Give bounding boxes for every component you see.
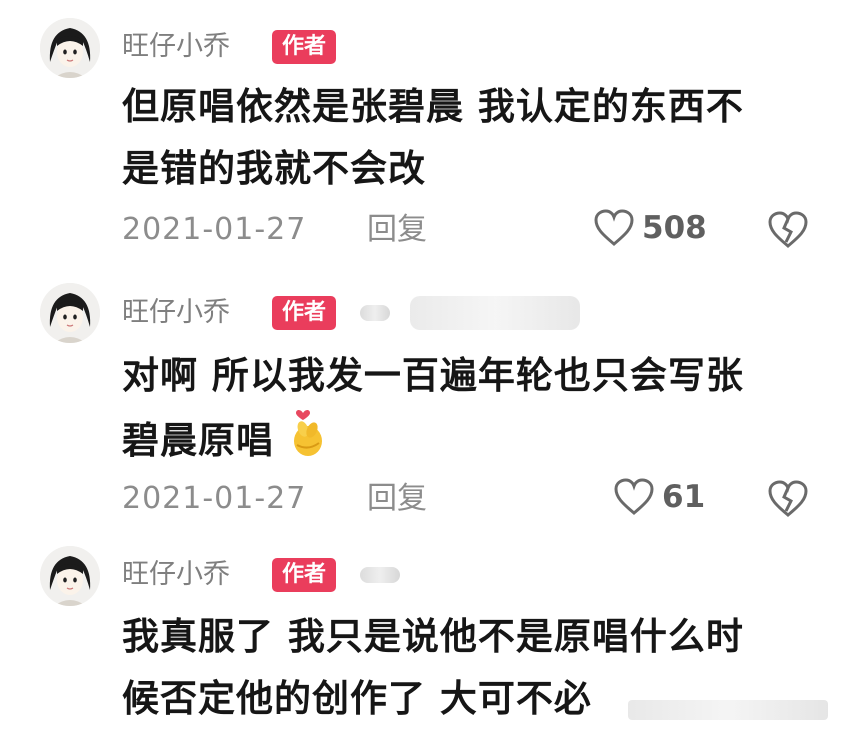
broken-heart-icon	[768, 480, 808, 517]
comment-text-line-with-emoji: 碧晨原唱	[122, 407, 802, 478]
broken-heart-icon	[768, 211, 808, 248]
reply-button[interactable]: 回复	[367, 479, 427, 519]
username[interactable]: 旺仔小乔	[122, 296, 230, 330]
blurred-reply-target	[360, 567, 400, 583]
author-badge: 作者	[272, 30, 337, 64]
like-button[interactable]: 508	[592, 208, 707, 248]
author-badge: 作者	[272, 558, 337, 592]
username[interactable]: 旺仔小乔	[122, 30, 230, 64]
avatar[interactable]	[40, 18, 100, 78]
watermark-blur	[628, 700, 828, 720]
comment-text-line: 候否定他的创作了 大可不必	[122, 677, 592, 720]
heart-outline-icon	[614, 478, 654, 515]
dislike-button[interactable]	[766, 210, 810, 254]
like-count: 61	[662, 479, 706, 515]
blurred-reply-target	[410, 296, 580, 330]
finger-heart-emoji	[288, 407, 328, 478]
avatar[interactable]	[40, 546, 100, 606]
comment-date: 2021-01-27	[122, 212, 307, 247]
comment-text-line: 我真服了 我只是说他不是原唱什么时	[122, 615, 744, 658]
like-button[interactable]: 61	[612, 477, 705, 517]
comment-text-line: 碧晨原唱	[122, 419, 274, 462]
avatar[interactable]	[40, 283, 100, 343]
blurred-reply-target	[360, 305, 390, 321]
like-count: 508	[642, 210, 707, 246]
author-badge: 作者	[272, 296, 337, 330]
comment-text: 但原唱依然是张碧晨 我认定的东西不 是错的我就不会改	[122, 76, 802, 200]
username[interactable]: 旺仔小乔	[122, 558, 230, 592]
comment-text-line: 对啊 所以我发一百遍年轮也只会写张	[122, 354, 744, 397]
heart-outline-icon	[594, 209, 634, 246]
reply-button[interactable]: 回复	[367, 210, 427, 250]
comment-date: 2021-01-27	[122, 481, 307, 516]
dislike-button[interactable]	[766, 479, 810, 523]
comment-text-line: 但原唱依然是张碧晨 我认定的东西不	[122, 85, 744, 128]
comment-text-line: 是错的我就不会改	[122, 147, 426, 190]
comment-text: 对啊 所以我发一百遍年轮也只会写张 碧晨原唱	[122, 345, 802, 478]
